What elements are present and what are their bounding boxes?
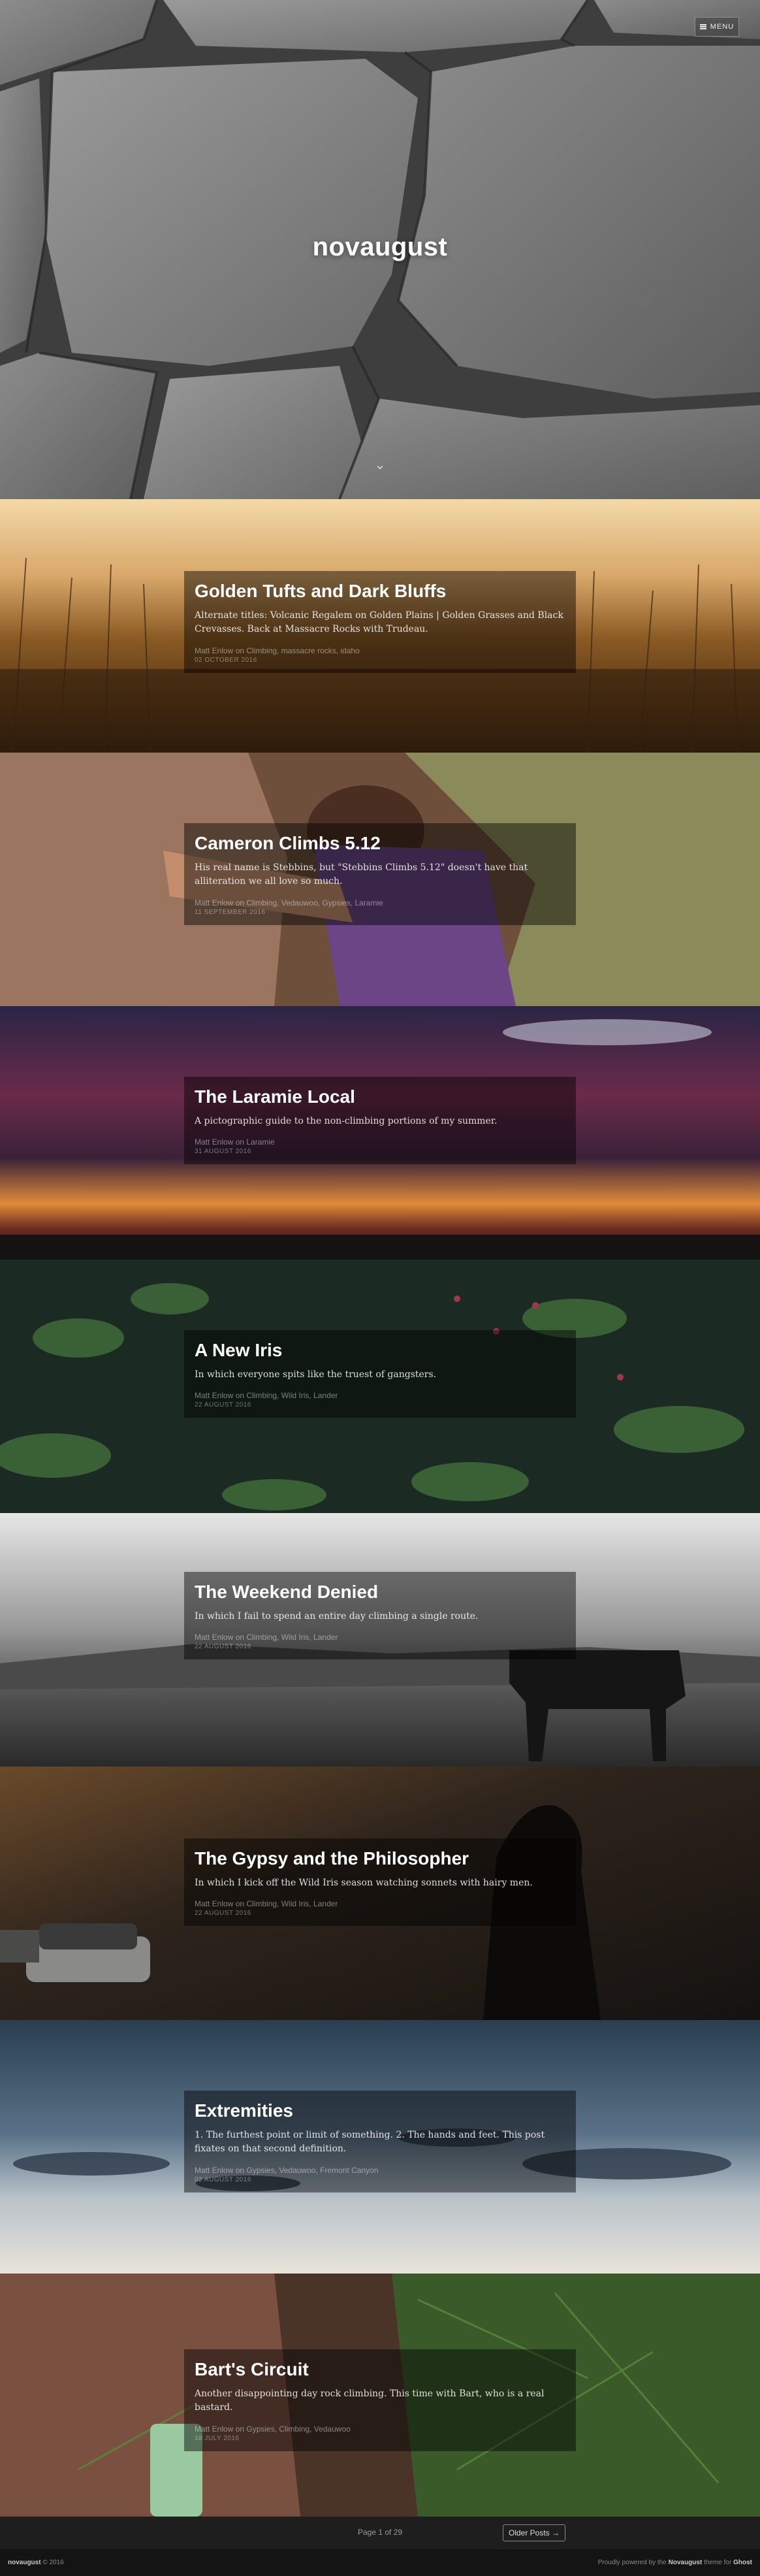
post-meta: Matt Enlow on Climbing, massacre rocks, … [195, 645, 360, 655]
hamburger-icon [699, 24, 706, 29]
older-posts-label: Older Posts → [508, 2528, 560, 2537]
chevron-down-icon[interactable]: ⌄ [372, 457, 388, 473]
post-summary-card: The Gypsy and the Philosopher In which I… [184, 1838, 576, 1927]
post-card[interactable]: Bart's Circuit Another disappointing day… [0, 2274, 760, 2517]
hero-header: MENU novaugust ⌄ [0, 0, 760, 499]
post-card[interactable]: Extremities 1. The furthest point or lim… [0, 2020, 760, 2274]
post-summary-card: The Laramie Local A pictographic guide t… [184, 1077, 576, 1165]
post-meta: Matt Enlow on Gypsies, Climbing, Vedauwo… [195, 2424, 351, 2434]
post-title[interactable]: Cameron Climbs 5.12 [195, 832, 565, 855]
post-card[interactable]: The Laramie Local A pictographic guide t… [0, 1006, 760, 1260]
post-excerpt: Another disappointing day rock climbing.… [195, 2388, 545, 2413]
post-card[interactable]: The Weekend Denied In which I fail to sp… [0, 1513, 760, 1767]
post-summary-card: Extremities 1. The furthest point or lim… [184, 2091, 576, 2193]
older-posts-button[interactable]: Older Posts → [503, 2524, 565, 2541]
menu-button[interactable]: MENU [695, 17, 739, 37]
footer-copyright-text: © 2016 [42, 2559, 64, 2566]
post-title[interactable]: The Gypsy and the Philosopher [195, 1848, 565, 1870]
post-summary-card: Golden Tufts and Dark Bluffs Alternate t… [184, 571, 576, 673]
post-title[interactable]: Golden Tufts and Dark Bluffs [195, 580, 565, 602]
pagination: Page 1 of 29 Older Posts → [0, 2517, 760, 2549]
post-summary-card: Cameron Climbs 5.12 His real name is Ste… [184, 823, 576, 925]
post-title[interactable]: A New Iris [195, 1339, 565, 1361]
post-summary-card: The Weekend Denied In which I fail to sp… [184, 1572, 576, 1660]
post-excerpt: 1. The furthest point or limit of someth… [195, 2129, 545, 2155]
footer-powered-prefix: Proudly powered by the [597, 2559, 667, 2566]
post-date: 18 JULY 2016 [195, 2434, 240, 2442]
post-meta: Matt Enlow on Climbing, Wild Iris, Lande… [195, 1391, 338, 1401]
post-meta: Matt Enlow on Gypsies, Vedauwoo, Fremont… [195, 2165, 379, 2175]
footer-credits: Proudly powered by the Novaugust theme f… [598, 2559, 752, 2566]
post-date: 31 AUGUST 2016 [195, 1148, 251, 1156]
footer-copyright: novaugust © 2016 [8, 2559, 64, 2566]
post-excerpt: In which I kick off the Wild Iris season… [195, 1877, 533, 1888]
page-number: Page 1 of 29 [357, 2528, 403, 2537]
post-title[interactable]: Extremities [195, 2100, 565, 2122]
post-date: 22 AUGUST 2016 [195, 1401, 251, 1409]
post-date: 02 AUGUST 2016 [195, 2176, 251, 2183]
post-date: 11 SEPTEMBER 2016 [195, 908, 266, 916]
post-meta: Matt Enlow on Laramie [195, 1137, 275, 1147]
menu-label: MENU [710, 23, 735, 31]
post-date: 22 AUGUST 2016 [195, 1643, 251, 1651]
post-title[interactable]: The Laramie Local [195, 1086, 565, 1108]
footer-powered-mid: theme for [704, 2559, 732, 2566]
post-excerpt: In which I fail to spend an entire day c… [195, 1610, 479, 1622]
footer-theme-link[interactable]: Novaugust [669, 2559, 703, 2566]
post-date: 02 OCTOBER 2016 [195, 656, 257, 664]
post-card[interactable]: A New Iris In which everyone spits like … [0, 1260, 760, 1513]
post-card[interactable]: The Gypsy and the Philosopher In which I… [0, 1767, 760, 2020]
post-excerpt: His real name is Stebbins, but "Stebbins… [195, 862, 528, 887]
post-title[interactable]: The Weekend Denied [195, 1581, 565, 1603]
post-excerpt: Alternate titles: Volcanic Regalem on Go… [195, 610, 563, 635]
site-title[interactable]: novaugust [0, 233, 760, 262]
post-meta: Matt Enlow on Climbing, Wild Iris, Lande… [195, 1633, 338, 1642]
post-meta: Matt Enlow on Climbing, Wild Iris, Lande… [195, 1899, 338, 1909]
post-date: 22 AUGUST 2016 [195, 1910, 251, 1917]
footer-site-link[interactable]: novaugust [8, 2559, 41, 2566]
post-title[interactable]: Bart's Circuit [195, 2358, 565, 2381]
post-summary-card: A New Iris In which everyone spits like … [184, 1330, 576, 1418]
site-footer: novaugust © 2016 Proudly powered by the … [0, 2549, 760, 2576]
post-meta: Matt Enlow on Climbing, Vedauwoo, Gypsie… [195, 898, 383, 907]
post-excerpt: In which everyone spits like the truest … [195, 1369, 437, 1380]
post-summary-card: Bart's Circuit Another disappointing day… [184, 2349, 576, 2451]
post-excerpt: A pictographic guide to the non-climbing… [195, 1115, 498, 1126]
post-card[interactable]: Cameron Climbs 5.12 His real name is Ste… [0, 753, 760, 1006]
footer-ghost-link[interactable]: Ghost [733, 2559, 752, 2566]
post-card[interactable]: Golden Tufts and Dark Bluffs Alternate t… [0, 499, 760, 753]
